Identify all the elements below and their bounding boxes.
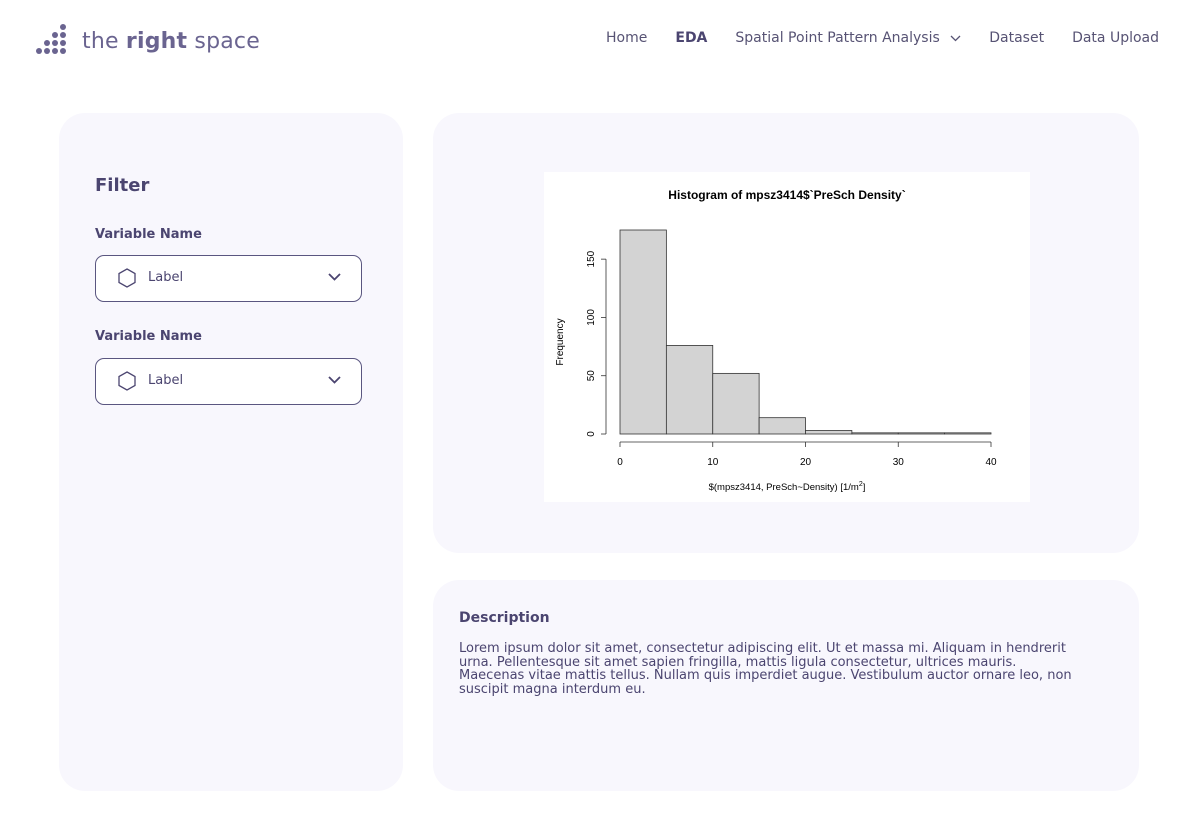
histogram-bar [944,432,992,435]
chevron-down-icon [328,273,341,281]
main-nav: Home EDA Spatial Point Pattern Analysis … [606,30,1159,46]
chevron-down-icon [950,35,961,41]
hexagon-icon [118,371,136,391]
x-tick-label: 40 [985,457,997,468]
nav-item-home[interactable]: Home [606,30,647,46]
histogram-svg: Histogram of mpsz3414$`PreSch Density` 0 1… [555,188,997,493]
filter-title: Filter [95,175,150,196]
top-navbar: the right space Home EDA Spatial Point P… [0,0,1200,80]
nav-item-spatial-point-pattern-analysis[interactable]: Spatial Point Pattern Analysis [735,30,961,46]
x-tick-label: 0 [617,457,623,468]
histogram-bar [758,417,806,435]
filter-panel: Filter Variable Name Label Variable Name… [59,113,403,791]
x-tick-label: 10 [707,457,719,468]
histogram-bar [619,229,667,435]
logo-dots-icon [36,24,72,58]
histogram-bar [712,372,760,435]
description-line: Maecenas vitae mattis tellus. Nullam qui… [459,668,1072,683]
variable-select-1[interactable]: Label [95,255,362,302]
variable-name-label-1: Variable Name [95,227,202,242]
description-line: urna. Pellentesque sit amet sapien fring… [459,654,1017,670]
x-axis-label: $(mpsz3414, PreSch~Density) [1/m2] [709,481,866,493]
y-axis-label: Frequency [555,318,566,365]
histogram-chart: Histogram of mpsz3414$`PreSch Density` 0 1… [544,172,1030,502]
histogram-bar [851,432,899,435]
variable-select-2[interactable]: Label [95,358,362,405]
histogram-bar [805,430,853,435]
y-tick-label: 150 [586,250,597,267]
x-tick-label: 20 [800,457,812,468]
nav-item-dataset[interactable]: Dataset [989,30,1044,46]
variable-select-2-value: Label [148,373,184,388]
description-line: Lorem ipsum dolor sit amet, consectetur … [459,641,1066,656]
chart-title: Histogram of mpsz3414$`PreSch Density` [668,188,905,202]
y-tick-label: 100 [586,309,597,326]
chart-panel: Histogram of mpsz3414$`PreSch Density` 0 1… [433,113,1139,553]
nav-item-data-upload[interactable]: Data Upload [1072,30,1159,46]
hexagon-icon [118,268,136,288]
histogram-bar [897,432,946,435]
chevron-down-icon [328,376,341,384]
nav-item-eda[interactable]: EDA [675,30,707,46]
description-panel: Description Lorem ipsum dolor sit amet, … [433,580,1139,791]
variable-name-label-2: Variable Name [95,329,202,344]
description-line: suscipit magna interdum eu. [459,681,646,697]
nav-item-spatial-label: Spatial Point Pattern Analysis [735,30,940,46]
y-tick-label: 0 [586,431,597,437]
brand-logo[interactable]: the right space [36,24,260,58]
description-title: Description [459,610,550,626]
histogram-bar [665,345,714,435]
y-tick-label: 50 [586,370,597,382]
variable-select-1-value: Label [148,270,184,285]
description-body: Lorem ipsum dolor sit amet, consectetur … [459,642,1119,696]
brand-name: the right space [82,28,260,54]
x-tick-label: 30 [893,457,905,468]
